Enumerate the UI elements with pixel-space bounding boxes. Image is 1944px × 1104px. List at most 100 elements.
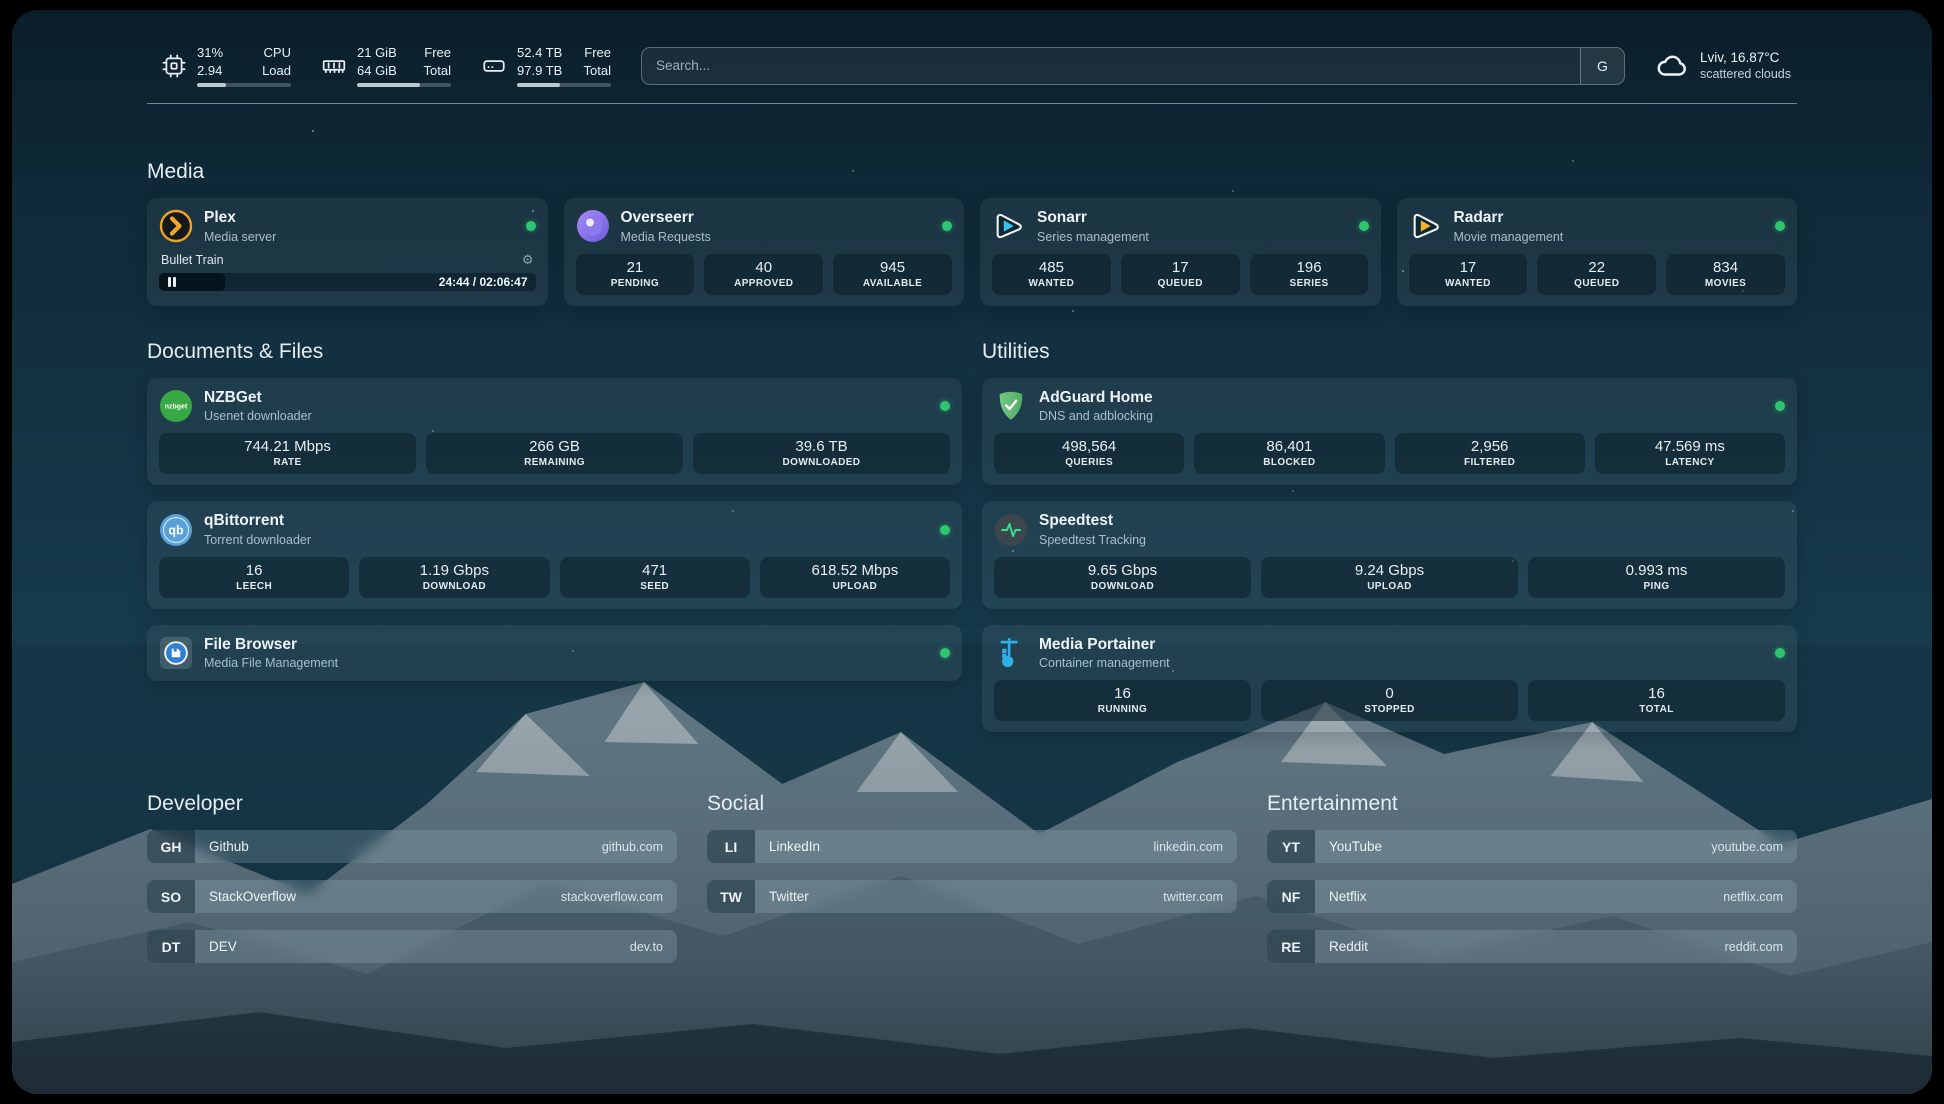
top-bar: 31% 2.94 CPU Load	[147, 44, 1797, 87]
service-description: Movie management	[1454, 230, 1564, 244]
disk-free-label: Free	[584, 44, 611, 62]
memory-total-label: Total	[424, 62, 451, 80]
bookmark-abbr: DT	[147, 930, 195, 963]
documents-column: Documents & Files nzbget NZBGet Usenet d…	[147, 340, 962, 733]
plex-icon	[159, 209, 193, 243]
status-dot	[1775, 401, 1785, 411]
service-description: Media server	[204, 230, 276, 244]
status-dot	[940, 525, 950, 535]
stat-blocked: 86,401BLOCKED	[1194, 433, 1384, 474]
service-name: File Browser	[204, 636, 338, 655]
service-card-adguard[interactable]: AdGuard Home DNS and adblocking 498,564Q…	[982, 378, 1797, 486]
section-title-media: Media	[147, 160, 1797, 184]
service-description: Torrent downloader	[204, 533, 311, 547]
resource-widgets: 31% 2.94 CPU Load	[161, 44, 611, 87]
service-name: Sonarr	[1037, 209, 1149, 228]
weather-widget[interactable]: Lviv, 16.87°C scattered clouds	[1655, 49, 1791, 83]
filebrowser-icon	[159, 636, 193, 670]
portainer-icon	[994, 636, 1028, 670]
bookmark-group-social: Social LI LinkedIn linkedin.com TW Twitt…	[707, 792, 1237, 980]
bookmark-abbr: TW	[707, 880, 755, 913]
memory-progress-track	[357, 83, 451, 87]
bookmark-name: Reddit	[1329, 939, 1368, 954]
bookmark-url: youtube.com	[1711, 840, 1783, 854]
memory-progress-fill	[357, 83, 420, 87]
search-input[interactable]	[642, 48, 1580, 84]
service-name: Plex	[204, 209, 276, 228]
svg-text:nzbget: nzbget	[165, 404, 188, 411]
status-dot	[940, 648, 950, 658]
search-provider-button[interactable]: G	[1580, 48, 1624, 84]
memory-icon	[321, 53, 347, 79]
status-dot	[942, 221, 952, 231]
bookmark-dev[interactable]: DT DEV dev.to	[147, 930, 677, 963]
service-card-overseerr[interactable]: Overseerr Media Requests 21PENDING 40APP…	[564, 198, 965, 306]
bookmark-stackoverflow[interactable]: SO StackOverflow stackoverflow.com	[147, 880, 677, 913]
stat-running: 16RUNNING	[994, 680, 1251, 721]
gear-icon[interactable]: ⚙	[522, 253, 534, 266]
stat-remaining: 266 GBREMAINING	[426, 433, 683, 474]
service-description: Series management	[1037, 230, 1149, 244]
service-card-filebrowser[interactable]: File Browser Media File Management	[147, 625, 962, 682]
service-card-radarr[interactable]: Radarr Movie management 17WANTED 22QUEUE…	[1397, 198, 1798, 306]
stat-wanted: 17WANTED	[1409, 254, 1528, 295]
stat-movies: 834MOVIES	[1666, 254, 1785, 295]
stat-wanted: 485WANTED	[992, 254, 1111, 295]
playback-progress-bar: 24:44 / 02:06:47	[159, 273, 536, 291]
bookmark-url: linkedin.com	[1154, 840, 1223, 854]
stat-series: 196SERIES	[1250, 254, 1369, 295]
bookmark-reddit[interactable]: RE Reddit reddit.com	[1267, 930, 1797, 963]
status-dot	[1775, 648, 1785, 658]
svg-text:qb: qb	[168, 523, 184, 537]
disk-progress-track	[517, 83, 611, 87]
memory-free-value: 21 GiB	[357, 44, 397, 62]
service-name: Speedtest	[1039, 512, 1146, 531]
section-title-social: Social	[707, 792, 1237, 816]
disk-widget: 52.4 TB 97.9 TB Free Total	[481, 44, 611, 87]
service-card-speedtest[interactable]: Speedtest Speedtest Tracking 9.65 GbpsDO…	[982, 501, 1797, 609]
bookmark-name: DEV	[209, 939, 237, 954]
status-dot	[1359, 221, 1369, 231]
service-card-qbittorrent[interactable]: qb qBittorrent Torrent downloader 16LEEC…	[147, 501, 962, 609]
weather-condition: scattered clouds	[1700, 67, 1791, 81]
media-cards-row: Plex Media server Bullet Train ⚙	[147, 198, 1797, 306]
service-description: Media Requests	[621, 230, 711, 244]
bookmark-url: github.com	[602, 840, 663, 854]
overseerr-icon	[576, 209, 610, 243]
service-card-portainer[interactable]: Media Portainer Container management 16R…	[982, 625, 1797, 733]
disk-icon	[481, 53, 507, 79]
bookmark-group-entertainment: Entertainment YT YouTube youtube.com NF …	[1267, 792, 1797, 980]
service-card-nzbget[interactable]: nzbget NZBGet Usenet downloader 744.21 M…	[147, 378, 962, 486]
bookmark-linkedin[interactable]: LI LinkedIn linkedin.com	[707, 830, 1237, 863]
section-title-documents: Documents & Files	[147, 340, 962, 364]
bookmark-url: netflix.com	[1723, 890, 1783, 904]
utilities-column: Utilities AdGuard Home DNS and adblockin…	[982, 340, 1797, 733]
stat-queued: 22QUEUED	[1537, 254, 1656, 295]
stat-filtered: 2,956FILTERED	[1395, 433, 1585, 474]
memory-total-value: 64 GiB	[357, 62, 397, 80]
disk-free-value: 52.4 TB	[517, 44, 562, 62]
service-name: NZBGet	[204, 389, 312, 408]
service-description: Media File Management	[204, 656, 338, 670]
service-name: Overseerr	[621, 209, 711, 228]
bookmark-url: stackoverflow.com	[561, 890, 663, 904]
bookmark-name: StackOverflow	[209, 889, 296, 904]
service-card-sonarr[interactable]: Sonarr Series management 485WANTED 17QUE…	[980, 198, 1381, 306]
service-name: qBittorrent	[204, 512, 311, 531]
bookmark-twitter[interactable]: TW Twitter twitter.com	[707, 880, 1237, 913]
disk-total-label: Total	[584, 62, 611, 80]
bookmark-netflix[interactable]: NF Netflix netflix.com	[1267, 880, 1797, 913]
service-card-plex[interactable]: Plex Media server Bullet Train ⚙	[147, 198, 548, 306]
bookmark-youtube[interactable]: YT YouTube youtube.com	[1267, 830, 1797, 863]
bookmark-abbr: RE	[1267, 930, 1315, 963]
bookmark-github[interactable]: GH Github github.com	[147, 830, 677, 863]
bookmark-url: twitter.com	[1163, 890, 1223, 904]
service-description: Container management	[1039, 656, 1170, 670]
service-description: DNS and adblocking	[1039, 409, 1153, 423]
stat-total: 16TOTAL	[1528, 680, 1785, 721]
bookmark-name: Github	[209, 839, 249, 854]
bookmark-name: YouTube	[1329, 839, 1382, 854]
stat-approved: 40APPROVED	[704, 254, 823, 295]
cpu-progress-fill	[197, 83, 226, 87]
status-dot	[1775, 221, 1785, 231]
